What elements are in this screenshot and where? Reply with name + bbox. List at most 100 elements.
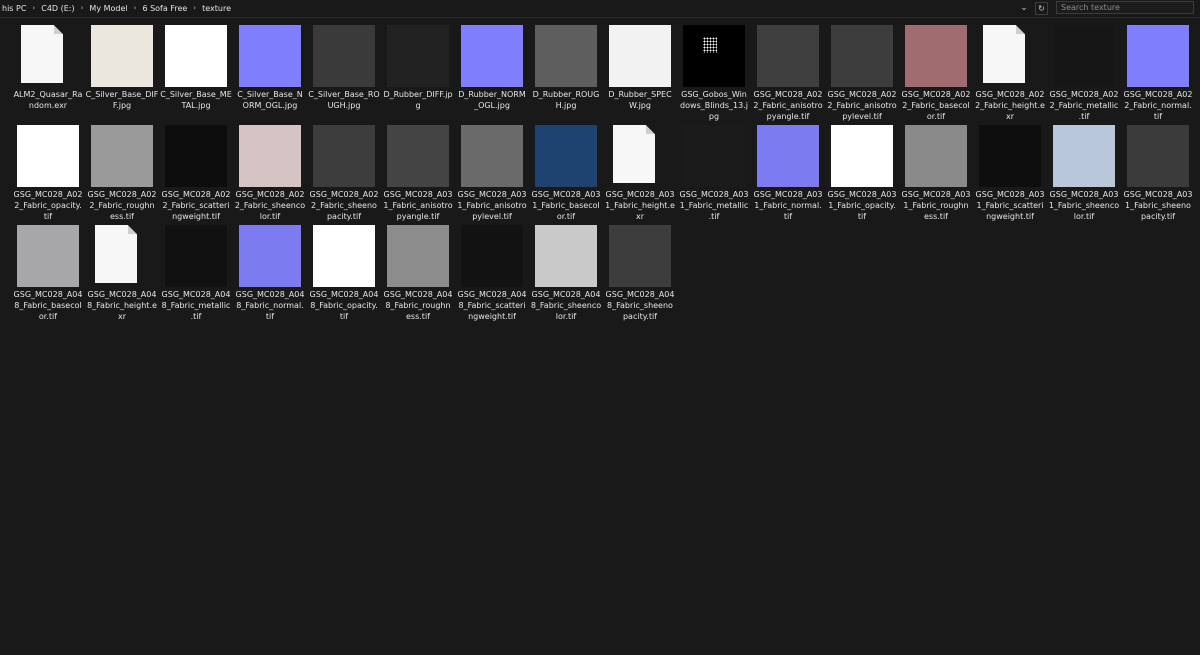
file-item[interactable]: GSG_MC028_A02 2_Fabric_anisotro pyangle.… (748, 22, 823, 122)
file-item[interactable]: GSG_MC028_A04 8_Fabric_metallic .tif (156, 222, 230, 322)
thumbnail-image (165, 225, 227, 287)
thumbnail-image (683, 25, 745, 87)
thumbnail-image (609, 25, 671, 87)
file-item[interactable]: GSG_MC028_A02 2_Fabric_sheeno pacity.tif (304, 122, 378, 222)
file-name: GSG_MC028_A04 8_Fabric_height.e xr (87, 290, 157, 321)
file-name: GSG_MC028_A02 2_Fabric_basecol or.tif (901, 90, 971, 121)
address-bar-buttons: ⌄ ↻ (1017, 0, 1052, 16)
file-name: GSG_MC028_A03 1_Fabric_basecol or.tif (531, 190, 601, 221)
file-name: GSG_MC028_A02 2_Fabric_roughn ess.tif (87, 190, 157, 221)
file-item[interactable]: D_Rubber_NORM _OGL.jpg (452, 22, 526, 122)
breadcrumb-texture[interactable]: texture (200, 4, 233, 13)
file-item[interactable]: ALM2_Quasar_Ra ndom.exr (8, 22, 82, 122)
file-name: GSG_MC028_A04 8_Fabric_opacity. tif (309, 290, 379, 321)
file-item[interactable]: GSG_MC028_A04 8_Fabric_opacity. tif (304, 222, 378, 322)
file-item[interactable]: D_Rubber_ROUG H.jpg (526, 22, 599, 122)
file-item[interactable]: GSG_MC028_A03 1_Fabric_scatteri ngweight… (970, 122, 1044, 222)
file-item[interactable]: GSG_MC028_A04 8_Fabric_normal. tif (230, 222, 304, 322)
file-item[interactable]: GSG_MC028_A04 8_Fabric_sheenco lor.tif (526, 222, 601, 322)
file-name: C_Silver_Base_DIF F.jpg (85, 90, 159, 110)
file-name: GSG_MC028_A03 1_Fabric_opacity. tif (827, 190, 897, 221)
file-item[interactable]: C_Silver_Base_ME TAL.jpg (156, 22, 232, 122)
file-item[interactable]: GSG_MC028_A03 1_Fabric_basecol or.tif (526, 122, 600, 222)
thumbnail-image (1053, 125, 1115, 187)
file-item[interactable]: GSG_MC028_A04 8_Fabric_sheeno pacity.tif (600, 222, 674, 322)
file-item[interactable]: GSG_MC028_A03 1_Fabric_metallic .tif (674, 122, 748, 222)
search-box[interactable] (1056, 1, 1194, 14)
thumbnail-image (535, 25, 597, 87)
file-item[interactable]: GSG_MC028_A03 1_Fabric_sheenco lor.tif (1044, 122, 1119, 222)
file-item[interactable]: GSG_MC028_A03 1_Fabric_roughn ess.tif (896, 122, 970, 222)
thumbnail-image (461, 125, 523, 187)
file-item[interactable]: GSG_MC028_A02 2_Fabric_height.e xr (970, 22, 1045, 122)
thumbnail-image (239, 25, 301, 87)
thumbnail-image (609, 225, 671, 287)
thumbnail-image (387, 25, 449, 87)
file-item[interactable]: GSG_MC028_A04 8_Fabric_scatteri ngweight… (452, 222, 526, 322)
breadcrumb-separator-icon[interactable]: › (189, 4, 200, 12)
thumbnail-image (683, 125, 745, 187)
file-name: GSG_MC028_A04 8_Fabric_basecol or.tif (13, 290, 83, 321)
file-item[interactable]: GSG_MC028_A02 2_Fabric_basecol or.tif (896, 22, 970, 122)
thumbnail-image (831, 25, 893, 87)
file-name: GSG_MC028_A03 1_Fabric_metallic .tif (679, 190, 749, 221)
search-input[interactable] (1061, 3, 1181, 12)
file-name: GSG_MC028_A03 1_Fabric_anisotro pyangle.… (383, 190, 453, 221)
file-item[interactable]: D_Rubber_SPEC W.jpg (600, 22, 672, 122)
breadcrumb-separator-icon[interactable]: › (77, 4, 88, 12)
file-item[interactable]: GSG_Gobos_Win dows_Blinds_13.j pg (674, 22, 748, 122)
file-name: GSG_MC028_A02 2_Fabric_opacity. tif (13, 190, 83, 221)
thumbnail-image (91, 25, 153, 87)
file-item[interactable]: GSG_MC028_A02 2_Fabric_scatteri ngweight… (156, 122, 230, 222)
file-name: GSG_MC028_A04 8_Fabric_scatteri ngweight… (457, 290, 527, 321)
file-item[interactable]: C_Silver_Base_RO UGH.jpg (304, 22, 380, 122)
thumbnail-image (313, 125, 375, 187)
gobo-pattern-icon (703, 37, 717, 53)
file-item[interactable]: GSG_MC028_A03 1_Fabric_height.e xr (600, 122, 675, 222)
thumbnail-image (905, 25, 967, 87)
file-item[interactable]: GSG_MC028_A02 2_Fabric_normal. tif (1118, 22, 1192, 122)
file-item[interactable]: GSG_MC028_A03 1_Fabric_anisotro pyangle.… (378, 122, 453, 222)
thumbnail-image (1127, 125, 1189, 187)
file-name: GSG_MC028_A03 1_Fabric_anisotro pylevel.… (457, 190, 527, 221)
file-item[interactable]: GSG_MC028_A04 8_Fabric_basecol or.tif (8, 222, 82, 322)
breadcrumb-separator-icon[interactable]: › (28, 4, 39, 12)
file-item[interactable]: GSG_MC028_A03 1_Fabric_normal. tif (748, 122, 822, 222)
file-item[interactable]: D_Rubber_DIFF.jp g (378, 22, 453, 122)
thumbnail-image (905, 125, 967, 187)
thumbnail-image (979, 125, 1041, 187)
file-item[interactable]: GSG_MC028_A02 2_Fabric_opacity. tif (8, 122, 82, 222)
file-item[interactable]: C_Silver_Base_DIF F.jpg (82, 22, 158, 122)
thumbnail-image (239, 125, 301, 187)
address-bar[interactable]: his PC › C4D (E:) › My Model › 6 Sofa Fr… (0, 0, 1200, 18)
file-item[interactable]: GSG_MC028_A04 8_Fabric_height.e xr (82, 222, 157, 322)
file-item[interactable]: GSG_MC028_A02 2_Fabric_anisotro pylevel.… (822, 22, 897, 122)
file-name: GSG_MC028_A02 2_Fabric_normal. tif (1123, 90, 1193, 121)
thumbnail-image (535, 225, 597, 287)
file-item[interactable]: GSG_MC028_A02 2_Fabric_roughn ess.tif (82, 122, 156, 222)
file-name: D_Rubber_NORM _OGL.jpg (458, 90, 526, 110)
file-item[interactable]: C_Silver_Base_N ORM_OGL.jpg (230, 22, 303, 122)
file-name: GSG_Gobos_Win dows_Blinds_13.j pg (680, 90, 748, 121)
thumbnail-image (387, 125, 449, 187)
breadcrumb-this-pc[interactable]: his PC (0, 4, 28, 13)
recent-locations-chevron-down-icon[interactable]: ⌄ (1017, 1, 1031, 15)
file-name: GSG_MC028_A04 8_Fabric_metallic .tif (161, 290, 231, 321)
file-name: GSG_MC028_A02 2_Fabric_sheenco lor.tif (234, 190, 306, 221)
breadcrumb-sofa-free[interactable]: 6 Sofa Free (140, 4, 189, 13)
refresh-icon[interactable]: ↻ (1035, 1, 1048, 15)
file-name: GSG_MC028_A03 1_Fabric_sheeno pacity.tif (1123, 190, 1193, 221)
breadcrumb-c4d-drive[interactable]: C4D (E:) (39, 4, 76, 13)
file-item[interactable]: GSG_MC028_A03 1_Fabric_sheeno pacity.tif (1118, 122, 1192, 222)
file-name: GSG_MC028_A03 1_Fabric_normal. tif (753, 190, 823, 221)
file-item[interactable]: GSG_MC028_A02 2_Fabric_sheenco lor.tif (230, 122, 305, 222)
file-name: GSG_MC028_A04 8_Fabric_sheenco lor.tif (530, 290, 602, 321)
file-item[interactable]: GSG_MC028_A03 1_Fabric_anisotro pylevel.… (452, 122, 527, 222)
file-item[interactable]: GSG_MC028_A03 1_Fabric_opacity. tif (822, 122, 896, 222)
breadcrumb-separator-icon[interactable]: › (130, 4, 141, 12)
thumbnail-image (461, 225, 523, 287)
file-item[interactable]: GSG_MC028_A04 8_Fabric_roughn ess.tif (378, 222, 452, 322)
file-item[interactable]: GSG_MC028_A02 2_Fabric_metallic .tif (1044, 22, 1118, 122)
breadcrumb-my-model[interactable]: My Model (87, 4, 129, 13)
file-name: D_Rubber_DIFF.jp g (383, 90, 453, 110)
